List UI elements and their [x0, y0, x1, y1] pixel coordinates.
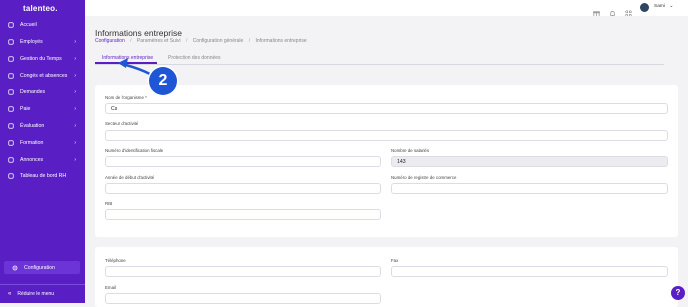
help-button[interactable]: ? [671, 286, 685, 300]
annotation-overlay [118, 58, 151, 76]
arrowhead-icon [118, 58, 128, 68]
step-marker: 2 [149, 67, 177, 95]
